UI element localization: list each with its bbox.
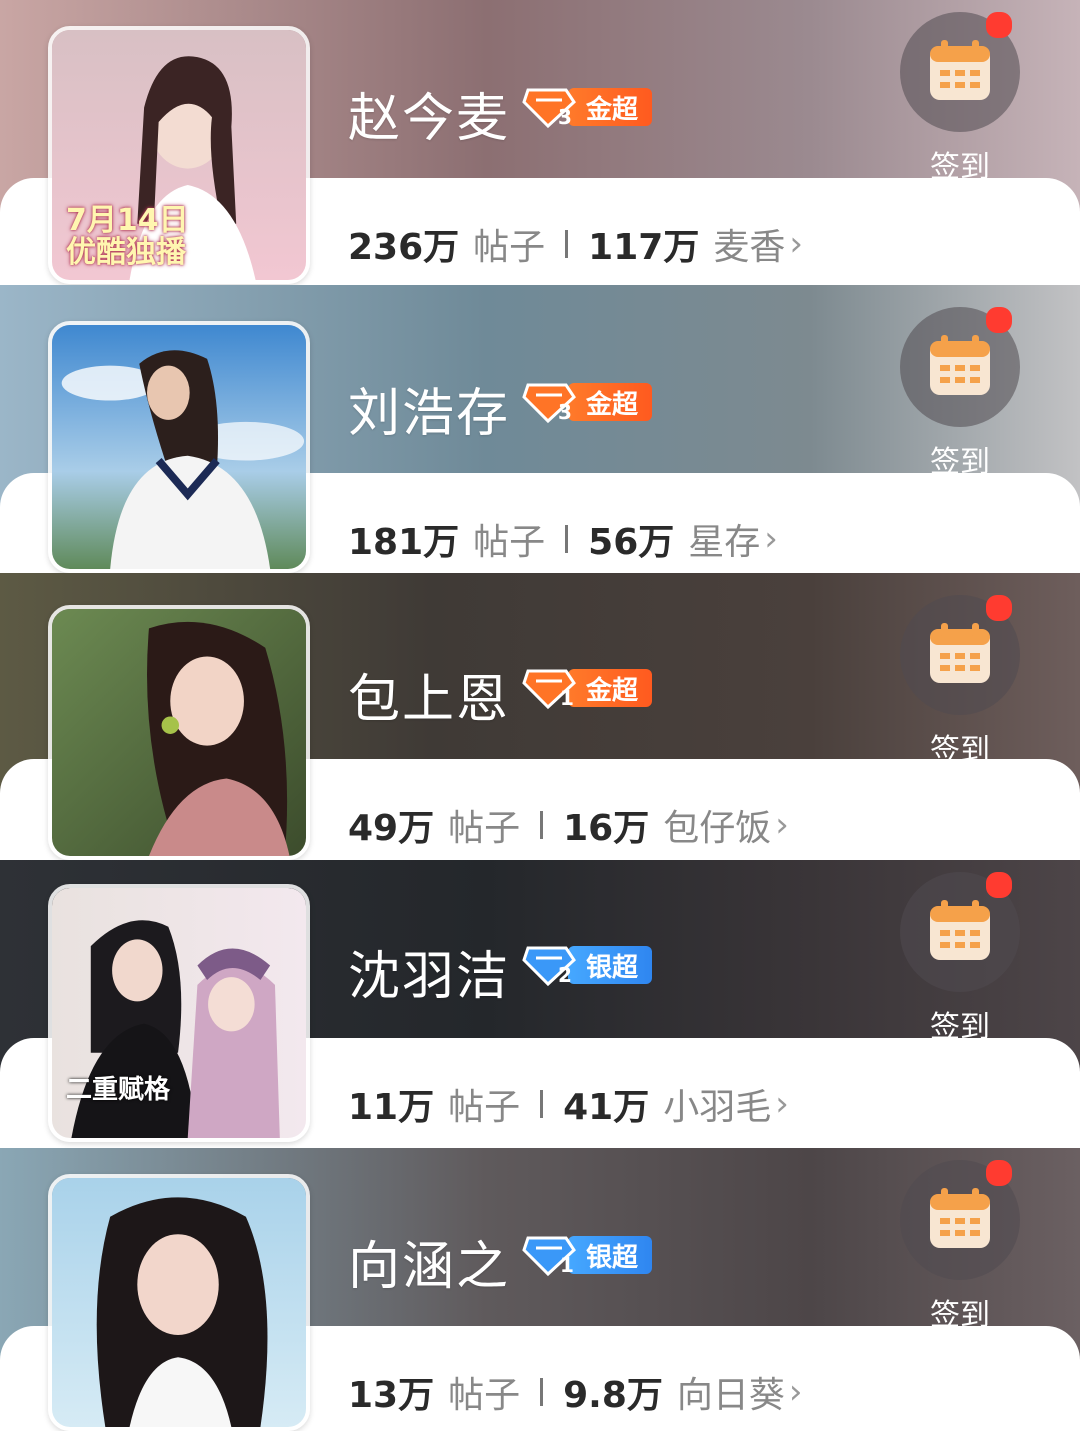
fan-name: 麦香 (713, 227, 786, 268)
diamond-level-icon: 3 (522, 383, 576, 424)
checkin-button[interactable]: 签到 (900, 12, 1020, 186)
checkin-label: 签到 (930, 445, 990, 480)
checkin-button[interactable]: 签到 (900, 595, 1020, 769)
posts-label: 帖子 (448, 1375, 521, 1416)
checkin-circle (900, 872, 1020, 992)
cover-image[interactable] (48, 605, 310, 860)
posts-label: 帖子 (448, 808, 521, 849)
posts-count: 13万 (348, 1375, 435, 1416)
topic-name[interactable]: 向涵之 (348, 1224, 510, 1299)
svg-text:1: 1 (560, 1253, 574, 1277)
level-badge: 1 银超 (522, 1232, 653, 1278)
chevron-right-icon: › (789, 224, 803, 264)
stats-row[interactable]: 181万 帖子 56万 星存 › (348, 513, 778, 565)
notification-dot (986, 307, 1012, 333)
divider (540, 1378, 544, 1406)
checkin-button[interactable]: 签到 (900, 307, 1020, 481)
checkin-circle (900, 307, 1020, 427)
checkin-button[interactable]: 签到 (900, 872, 1020, 1046)
checkin-label: 签到 (930, 733, 990, 768)
posts-count: 181万 (348, 522, 460, 563)
cover-image[interactable] (48, 321, 310, 573)
fans-count: 56万 (588, 522, 675, 563)
svg-text:3: 3 (558, 105, 572, 129)
chevron-right-icon: › (775, 805, 789, 845)
svg-text:2: 2 (558, 963, 572, 987)
fans-count: 117万 (588, 227, 700, 268)
topic-name[interactable]: 包上恩 (348, 657, 510, 732)
chevron-right-icon: › (764, 519, 778, 559)
fans-count: 16万 (563, 808, 650, 849)
checkin-label: 签到 (930, 1010, 990, 1045)
level-badge: 2 银超 (522, 942, 653, 988)
stats-row[interactable]: 236万 帖子 117万 麦香 › (348, 218, 803, 270)
checkin-circle (900, 595, 1020, 715)
level-badge: 3 金超 (522, 84, 653, 130)
checkin-circle (900, 12, 1020, 132)
checkin-button[interactable]: 签到 (900, 1160, 1020, 1334)
posts-count: 236万 (348, 227, 460, 268)
supertopic-card[interactable]: 向涵之 1 银超 签到 13万 帖子 9.8万 向日葵 › (0, 1148, 1080, 1431)
notification-dot (986, 1160, 1012, 1186)
fan-name: 向日葵 (676, 1375, 785, 1416)
topic-name[interactable]: 沈羽洁 (348, 934, 510, 1009)
cover-image[interactable]: 7月14日 优酷独播 (48, 26, 310, 284)
notification-dot (986, 12, 1012, 38)
supertopic-card[interactable]: 二重赋格 沈羽洁 2 银超 签到 11万 帖子 41万 小羽毛 › (0, 860, 1080, 1148)
divider (565, 525, 569, 553)
fans-count: 9.8万 (563, 1375, 663, 1416)
level-badge: 1 金超 (522, 665, 653, 711)
diamond-level-icon: 3 (522, 88, 576, 129)
posts-count: 49万 (348, 808, 435, 849)
stats-row[interactable]: 13万 帖子 9.8万 向日葵 › (348, 1366, 803, 1418)
checkin-label: 签到 (930, 150, 990, 185)
diamond-level-icon: 1 (522, 1236, 576, 1277)
badge-label: 金超 (568, 669, 653, 707)
posts-label: 帖子 (473, 227, 546, 268)
stats-row[interactable]: 11万 帖子 41万 小羽毛 › (348, 1078, 789, 1130)
supertopic-card[interactable]: 刘浩存 3 金超 签到 181万 帖子 56万 星存 › (0, 285, 1080, 573)
topic-name[interactable]: 赵今麦 (348, 76, 510, 151)
topic-name[interactable]: 刘浩存 (348, 371, 510, 446)
level-badge: 3 金超 (522, 379, 653, 425)
posts-count: 11万 (348, 1087, 435, 1128)
divider (540, 811, 544, 839)
badge-label: 银超 (568, 1236, 653, 1274)
fan-name: 包仔饭 (663, 808, 772, 849)
chevron-right-icon: › (775, 1084, 789, 1124)
badge-label: 银超 (568, 946, 653, 984)
cover-image[interactable]: 二重赋格 (48, 884, 310, 1142)
fan-name: 星存 (688, 522, 761, 563)
chevron-right-icon: › (788, 1372, 803, 1412)
svg-text:1: 1 (560, 686, 574, 710)
notification-dot (986, 872, 1012, 898)
badge-label: 金超 (568, 383, 653, 421)
stats-row[interactable]: 49万 帖子 16万 包仔饭 › (348, 799, 789, 851)
diamond-level-icon: 2 (522, 946, 576, 987)
posts-label: 帖子 (448, 1087, 521, 1128)
svg-text:3: 3 (558, 400, 572, 424)
badge-label: 金超 (568, 88, 653, 126)
fans-count: 41万 (563, 1087, 650, 1128)
fan-name: 小羽毛 (663, 1087, 772, 1128)
checkin-circle (900, 1160, 1020, 1280)
diamond-level-icon: 1 (522, 669, 576, 710)
cover-caption: 二重赋格 (66, 1074, 171, 1105)
supertopic-card[interactable]: 包上恩 1 金超 签到 49万 帖子 16万 包仔饭 › (0, 573, 1080, 860)
divider (565, 230, 569, 258)
notification-dot (986, 595, 1012, 621)
supertopic-card[interactable]: 7月14日 优酷独播 赵今麦 3 金超 签到 236万 帖子 117万 麦香 › (0, 0, 1080, 285)
divider (540, 1090, 544, 1118)
cover-caption: 7月14日 优酷独播 (66, 203, 189, 270)
posts-label: 帖子 (473, 522, 546, 563)
cover-image[interactable] (48, 1174, 310, 1431)
checkin-label: 签到 (930, 1298, 990, 1333)
